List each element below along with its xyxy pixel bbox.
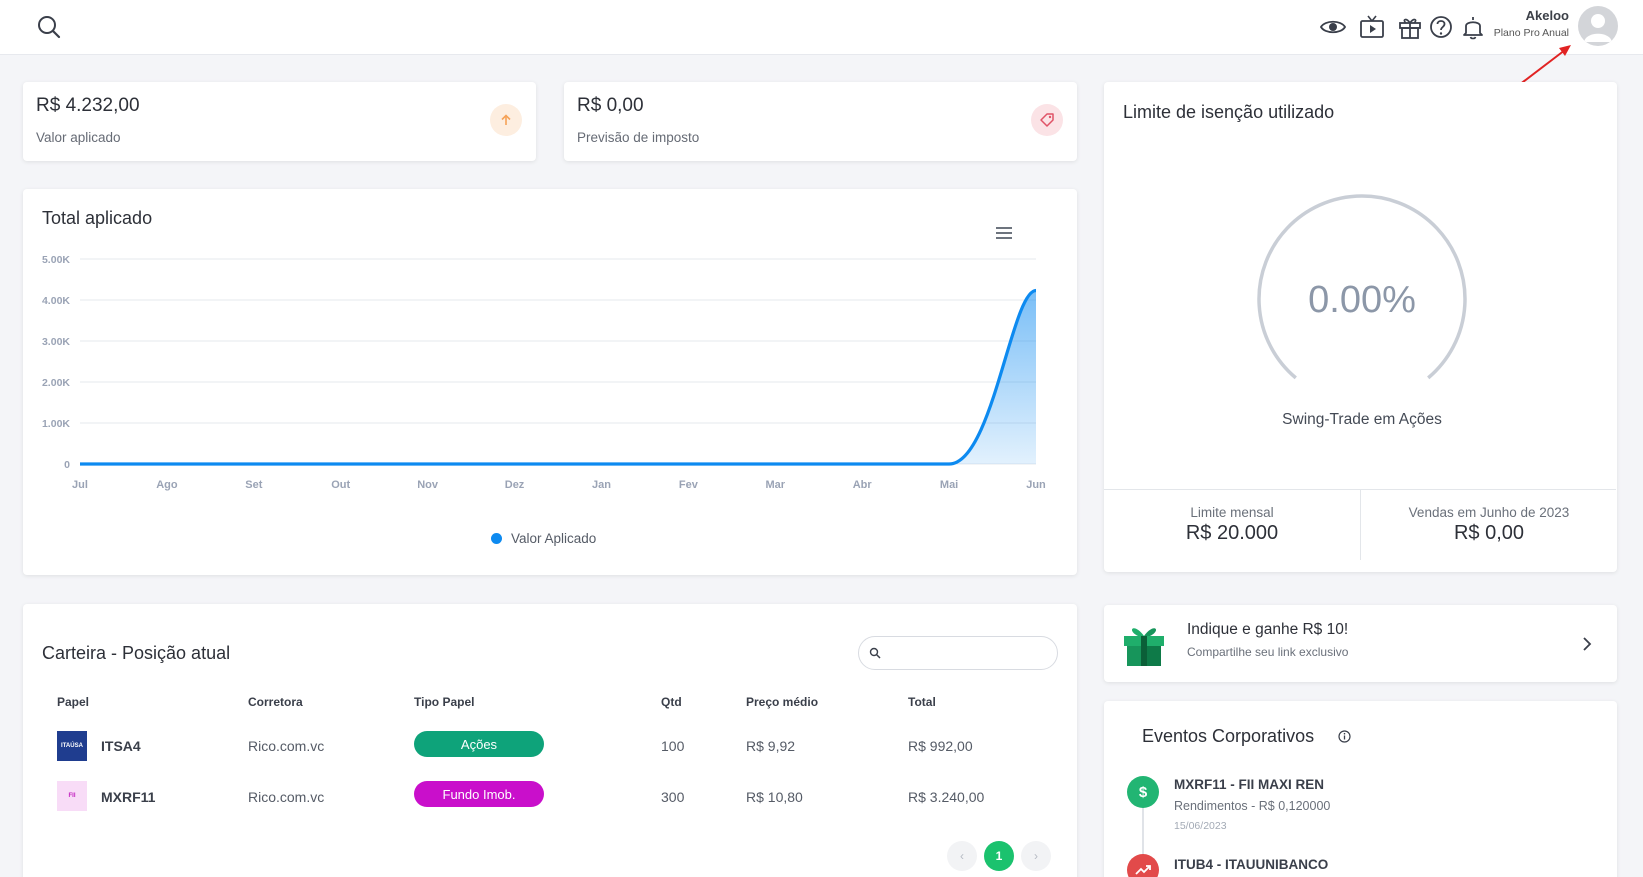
fii-logo: FII bbox=[57, 781, 87, 811]
info-icon[interactable] bbox=[1338, 730, 1351, 743]
column-header[interactable]: Papel bbox=[57, 695, 89, 709]
column-header[interactable]: Corretora bbox=[248, 695, 303, 709]
search-icon bbox=[869, 647, 881, 659]
referral-subtitle: Compartilhe seu link exclusivo bbox=[1187, 645, 1349, 659]
search-input[interactable] bbox=[887, 643, 1047, 663]
table-cell-broker: Rico.com.vc bbox=[248, 789, 325, 805]
monthly-limit: Limite mensal R$ 20.000 bbox=[1104, 505, 1360, 545]
stat-card-tax: R$ 0,00 Previsão de imposto bbox=[564, 82, 1077, 161]
stat-value: R$ 0,00 bbox=[577, 95, 644, 116]
user-avatar-icon bbox=[1584, 14, 1612, 42]
tag-icon bbox=[1031, 104, 1063, 136]
table-cell-total: R$ 992,00 bbox=[908, 738, 973, 754]
type-badge: Ações bbox=[414, 731, 544, 757]
bell-icon[interactable] bbox=[1460, 14, 1486, 40]
table-cell-ticker[interactable]: MXRF11 bbox=[101, 789, 155, 805]
pagination-next[interactable]: › bbox=[1021, 841, 1051, 871]
monthly-limit-value: R$ 20.000 bbox=[1185, 522, 1279, 544]
referral-card[interactable] bbox=[1104, 605, 1617, 682]
stat-value: R$ 4.232,00 bbox=[36, 95, 140, 116]
stat-card-invested: R$ 4.232,00 Valor aplicado bbox=[23, 82, 536, 161]
legend-label: Valor Aplicado bbox=[511, 531, 597, 546]
referral-title: Indique e ganhe R$ 10! bbox=[1187, 621, 1349, 638]
table-cell-total: R$ 3.240,00 bbox=[908, 789, 985, 805]
monthly-limit-label: Limite mensal bbox=[1190, 505, 1274, 520]
type-badge: Fundo Imob. bbox=[414, 781, 544, 807]
table-cell-qty: 300 bbox=[661, 789, 685, 805]
arrow-up-icon bbox=[490, 104, 522, 136]
stat-label: Valor aplicado bbox=[36, 130, 121, 145]
column-header[interactable]: Tipo Papel bbox=[414, 695, 474, 709]
legend-marker bbox=[491, 533, 502, 544]
pagination-prev[interactable]: ‹ bbox=[947, 841, 977, 871]
gauge-percent: 0.00% bbox=[1308, 279, 1416, 321]
monthly-sales: Vendas em Junho de 2023 R$ 0,00 bbox=[1361, 505, 1617, 545]
table-cell-broker: Rico.com.vc bbox=[248, 738, 325, 754]
dollar-icon: $ bbox=[1127, 776, 1159, 808]
user-plan: Plano Pro Anual bbox=[1493, 27, 1569, 39]
total-chart-card bbox=[23, 189, 1077, 575]
column-header[interactable]: Preço médio bbox=[746, 695, 818, 709]
stat-label: Previsão de imposto bbox=[577, 130, 700, 145]
top-bar: Akeloo Plano Pro Anual bbox=[0, 0, 1643, 55]
avatar[interactable] bbox=[1578, 6, 1618, 46]
column-header[interactable]: Qtd bbox=[661, 695, 682, 709]
monthly-sales-label: Vendas em Junho de 2023 bbox=[1408, 505, 1570, 520]
column-header[interactable]: Total bbox=[908, 695, 936, 709]
event-name[interactable]: MXRF11 - FII MAXI REN bbox=[1174, 777, 1324, 792]
chart-title: Total aplicado bbox=[42, 208, 153, 228]
portfolio-search[interactable] bbox=[858, 636, 1058, 670]
exemption-title: Limite de isenção utilizado bbox=[1123, 102, 1335, 122]
portfolio-title: Carteira - Posição atual bbox=[42, 643, 231, 663]
search-icon[interactable] bbox=[36, 14, 62, 40]
event-desc: Rendimentos - R$ 0,120000 bbox=[1174, 799, 1331, 813]
itausa-logo: ITAÚSA bbox=[57, 731, 87, 761]
chevron-right-icon[interactable] bbox=[1580, 636, 1594, 652]
help-icon[interactable] bbox=[1428, 14, 1454, 40]
event-date: 15/06/2023 bbox=[1174, 820, 1227, 832]
gift-icon[interactable] bbox=[1397, 14, 1423, 40]
eye-icon[interactable] bbox=[1320, 14, 1346, 40]
table-cell-ticker[interactable]: ITSA4 bbox=[101, 738, 141, 754]
user-name[interactable]: Akeloo bbox=[1526, 8, 1569, 23]
chart-menu-icon[interactable] bbox=[995, 226, 1013, 240]
gauge-caption: Swing-Trade em Ações bbox=[1282, 411, 1442, 428]
events-title: Eventos Corporativos bbox=[1142, 726, 1315, 746]
pagination-page[interactable]: 1 bbox=[984, 841, 1014, 871]
timeline-line bbox=[1142, 800, 1144, 860]
tv-play-icon[interactable] bbox=[1359, 14, 1385, 40]
chart-legend[interactable]: Valor Aplicado bbox=[491, 531, 596, 546]
gift-box-icon bbox=[1124, 628, 1164, 666]
monthly-sales-value: R$ 0,00 bbox=[1453, 522, 1525, 544]
event-name[interactable]: ITUB4 - ITAUUNIBANCO bbox=[1174, 857, 1328, 872]
table-cell-avg-price: R$ 10,80 bbox=[746, 789, 803, 805]
table-cell-avg-price: R$ 9,92 bbox=[746, 738, 796, 754]
table-cell-qty: 100 bbox=[661, 738, 685, 754]
